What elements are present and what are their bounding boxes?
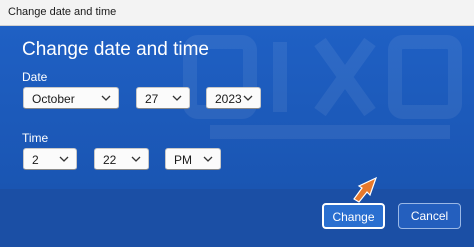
cancel-button[interactable]: Cancel <box>398 203 461 229</box>
dialog-content: Change date and time Date October 27 202… <box>0 26 474 189</box>
arrow-pointer-icon <box>353 176 378 203</box>
day-dropdown[interactable]: 27 <box>136 87 190 109</box>
period-value: PM <box>174 153 192 167</box>
chevron-down-icon <box>203 156 213 162</box>
chevron-down-icon <box>172 95 182 101</box>
minute-value: 22 <box>103 153 117 167</box>
dialog-heading: Change date and time <box>22 39 209 60</box>
minute-dropdown[interactable]: 22 <box>94 148 149 170</box>
year-value: 2023 <box>215 92 242 106</box>
change-button[interactable]: Change <box>322 203 385 229</box>
chevron-down-icon <box>101 95 111 101</box>
day-value: 27 <box>145 92 159 106</box>
date-label: Date <box>22 70 48 84</box>
hour-value: 2 <box>32 153 39 167</box>
time-label: Time <box>22 131 49 145</box>
chevron-down-icon <box>59 156 69 162</box>
period-dropdown[interactable]: PM <box>165 148 221 170</box>
title-bar: Change date and time <box>0 0 474 26</box>
chevron-down-icon <box>243 95 253 101</box>
window-title: Change date and time <box>8 6 117 18</box>
dialog-footer: Change Cancel <box>0 189 474 247</box>
chevron-down-icon <box>131 156 141 162</box>
hour-dropdown[interactable]: 2 <box>23 148 77 170</box>
year-dropdown[interactable]: 2023 <box>206 87 261 109</box>
month-value: October <box>32 92 75 106</box>
month-dropdown[interactable]: October <box>23 87 119 109</box>
